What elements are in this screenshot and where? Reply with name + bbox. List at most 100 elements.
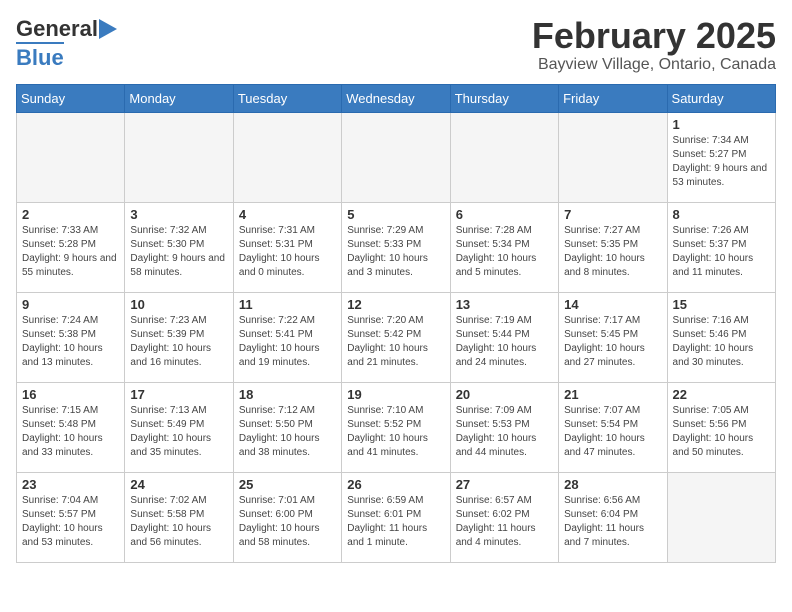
calendar-cell [559,112,667,202]
calendar-week-row: 23 Sunrise: 7:04 AM Sunset: 5:57 PM Dayli… [17,472,776,562]
calendar-cell: 9 Sunrise: 7:24 AM Sunset: 5:38 PM Daylig… [17,292,125,382]
day-info: Sunrise: 7:15 AM Sunset: 5:48 PM Dayligh… [22,404,119,460]
calendar-cell: 13Sunrise: 7:19 AM Sunset: 5:44 PM Dayli… [450,292,558,382]
day-number: 18 [239,387,336,402]
calendar-week-row: 1 Sunrise: 7:34 AM Sunset: 5:27 PM Daylig… [17,112,776,202]
day-number: 7 [564,207,661,222]
calendar-cell: 15 Sunrise: 7:16 AM Sunset: 5:46 PM Dayli… [667,292,775,382]
day-info: Sunrise: 7:27 AM Sunset: 5:35 PM Dayligh… [564,224,661,280]
day-info: Sunrise: 7:33 AM Sunset: 5:28 PM Dayligh… [22,224,119,280]
day-info: Sunrise: 7:07 AM Sunset: 5:54 PM Dayligh… [564,404,661,460]
calendar-cell: 18 Sunrise: 7:12 AM Sunset: 5:50 PM Dayli… [233,382,341,472]
calendar-cell: 19 Sunrise: 7:10 AM Sunset: 5:52 PM Dayli… [342,382,450,472]
calendar-week-row: 2 Sunrise: 7:33 AM Sunset: 5:28 PM Daylig… [17,202,776,292]
day-number: 5 [347,207,444,222]
calendar-cell [342,112,450,202]
calendar-cell: 1 Sunrise: 7:34 AM Sunset: 5:27 PM Daylig… [667,112,775,202]
day-number: 26 [347,477,444,492]
calendar-cell: 12Sunrise: 7:20 AM Sunset: 5:42 PM Dayli… [342,292,450,382]
calendar-cell: 3 Sunrise: 7:32 AM Sunset: 5:30 PM Daylig… [125,202,233,292]
day-info: Sunrise: 7:01 AM Sunset: 6:00 PM Dayligh… [239,494,336,550]
calendar-cell [17,112,125,202]
day-info: Sunrise: 6:57 AM Sunset: 6:02 PM Dayligh… [456,494,553,550]
calendar-cell: 16 Sunrise: 7:15 AM Sunset: 5:48 PM Dayli… [17,382,125,472]
day-number: 4 [239,207,336,222]
day-number: 6 [456,207,553,222]
calendar-cell [233,112,341,202]
calendar-cell: 26 Sunrise: 6:59 AM Sunset: 6:01 PM Dayli… [342,472,450,562]
day-number: 16 [22,387,119,402]
day-info: Sunrise: 7:20 AM Sunset: 5:42 PM Dayligh… [347,314,444,370]
calendar-header-monday: Monday [125,84,233,112]
day-number: 25 [239,477,336,492]
logo-general: General [16,16,98,42]
month-title: February 2025 [532,16,776,56]
day-info: Sunrise: 6:56 AM Sunset: 6:04 PM Dayligh… [564,494,661,550]
calendar-cell: 8 Sunrise: 7:26 AM Sunset: 5:37 PM Daylig… [667,202,775,292]
day-number: 23 [22,477,119,492]
day-number: 3 [130,207,227,222]
calendar-cell: 17 Sunrise: 7:13 AM Sunset: 5:49 PM Dayli… [125,382,233,472]
day-info: Sunrise: 7:31 AM Sunset: 5:31 PM Dayligh… [239,224,336,280]
day-number: 11 [239,297,336,312]
day-info: Sunrise: 7:02 AM Sunset: 5:58 PM Dayligh… [130,494,227,550]
day-number: 2 [22,207,119,222]
day-info: Sunrise: 7:23 AM Sunset: 5:39 PM Dayligh… [130,314,227,370]
day-info: Sunrise: 7:29 AM Sunset: 5:33 PM Dayligh… [347,224,444,280]
calendar-cell: 11 Sunrise: 7:22 AM Sunset: 5:41 PM Dayli… [233,292,341,382]
calendar-cell: 4 Sunrise: 7:31 AM Sunset: 5:31 PM Daylig… [233,202,341,292]
calendar-cell: 6Sunrise: 7:28 AM Sunset: 5:34 PM Daylig… [450,202,558,292]
day-number: 27 [456,477,553,492]
calendar-header-sunday: Sunday [17,84,125,112]
day-info: Sunrise: 7:09 AM Sunset: 5:53 PM Dayligh… [456,404,553,460]
day-info: Sunrise: 7:04 AM Sunset: 5:57 PM Dayligh… [22,494,119,550]
calendar-week-row: 16 Sunrise: 7:15 AM Sunset: 5:48 PM Dayli… [17,382,776,472]
day-number: 24 [130,477,227,492]
calendar-cell: 2 Sunrise: 7:33 AM Sunset: 5:28 PM Daylig… [17,202,125,292]
calendar-cell: 27 Sunrise: 6:57 AM Sunset: 6:02 PM Dayli… [450,472,558,562]
calendar-cell [125,112,233,202]
calendar-cell: 28Sunrise: 6:56 AM Sunset: 6:04 PM Dayli… [559,472,667,562]
calendar-cell: 23 Sunrise: 7:04 AM Sunset: 5:57 PM Dayli… [17,472,125,562]
day-number: 20 [456,387,553,402]
day-info: Sunrise: 7:12 AM Sunset: 5:50 PM Dayligh… [239,404,336,460]
calendar-week-row: 9 Sunrise: 7:24 AM Sunset: 5:38 PM Daylig… [17,292,776,382]
day-info: Sunrise: 7:34 AM Sunset: 5:27 PM Dayligh… [673,134,770,190]
day-number: 15 [673,297,770,312]
calendar-cell [667,472,775,562]
day-number: 9 [22,297,119,312]
calendar-header-friday: Friday [559,84,667,112]
day-number: 19 [347,387,444,402]
title-block: February 2025 Bayview Village, Ontario, … [532,16,776,74]
day-number: 10 [130,297,227,312]
calendar-cell: 21Sunrise: 7:07 AM Sunset: 5:54 PM Dayli… [559,382,667,472]
calendar-cell: 22Sunrise: 7:05 AM Sunset: 5:56 PM Dayli… [667,382,775,472]
day-info: Sunrise: 7:13 AM Sunset: 5:49 PM Dayligh… [130,404,227,460]
day-number: 8 [673,207,770,222]
day-info: Sunrise: 6:59 AM Sunset: 6:01 PM Dayligh… [347,494,444,550]
calendar-cell: 10 Sunrise: 7:23 AM Sunset: 5:39 PM Dayli… [125,292,233,382]
day-number: 17 [130,387,227,402]
day-info: Sunrise: 7:17 AM Sunset: 5:45 PM Dayligh… [564,314,661,370]
calendar: SundayMondayTuesdayWednesdayThursdayFrid… [16,84,776,563]
day-info: Sunrise: 7:22 AM Sunset: 5:41 PM Dayligh… [239,314,336,370]
location: Bayview Village, Ontario, Canada [532,56,776,74]
day-info: Sunrise: 7:32 AM Sunset: 5:30 PM Dayligh… [130,224,227,280]
day-info: Sunrise: 7:26 AM Sunset: 5:37 PM Dayligh… [673,224,770,280]
calendar-cell: 14 Sunrise: 7:17 AM Sunset: 5:45 PM Dayli… [559,292,667,382]
calendar-cell: 5 Sunrise: 7:29 AM Sunset: 5:33 PM Daylig… [342,202,450,292]
logo: General Blue [16,16,117,71]
day-number: 22 [673,387,770,402]
day-info: Sunrise: 7:10 AM Sunset: 5:52 PM Dayligh… [347,404,444,460]
day-number: 1 [673,117,770,132]
day-number: 14 [564,297,661,312]
calendar-cell: 25 Sunrise: 7:01 AM Sunset: 6:00 PM Dayli… [233,472,341,562]
logo-blue: Blue [16,42,64,71]
calendar-cell: 7 Sunrise: 7:27 AM Sunset: 5:35 PM Daylig… [559,202,667,292]
day-info: Sunrise: 7:16 AM Sunset: 5:46 PM Dayligh… [673,314,770,370]
calendar-cell: 20 Sunrise: 7:09 AM Sunset: 5:53 PM Dayli… [450,382,558,472]
calendar-cell: 24 Sunrise: 7:02 AM Sunset: 5:58 PM Dayli… [125,472,233,562]
day-info: Sunrise: 7:24 AM Sunset: 5:38 PM Dayligh… [22,314,119,370]
logo-arrow-icon [99,19,117,39]
calendar-header-wednesday: Wednesday [342,84,450,112]
